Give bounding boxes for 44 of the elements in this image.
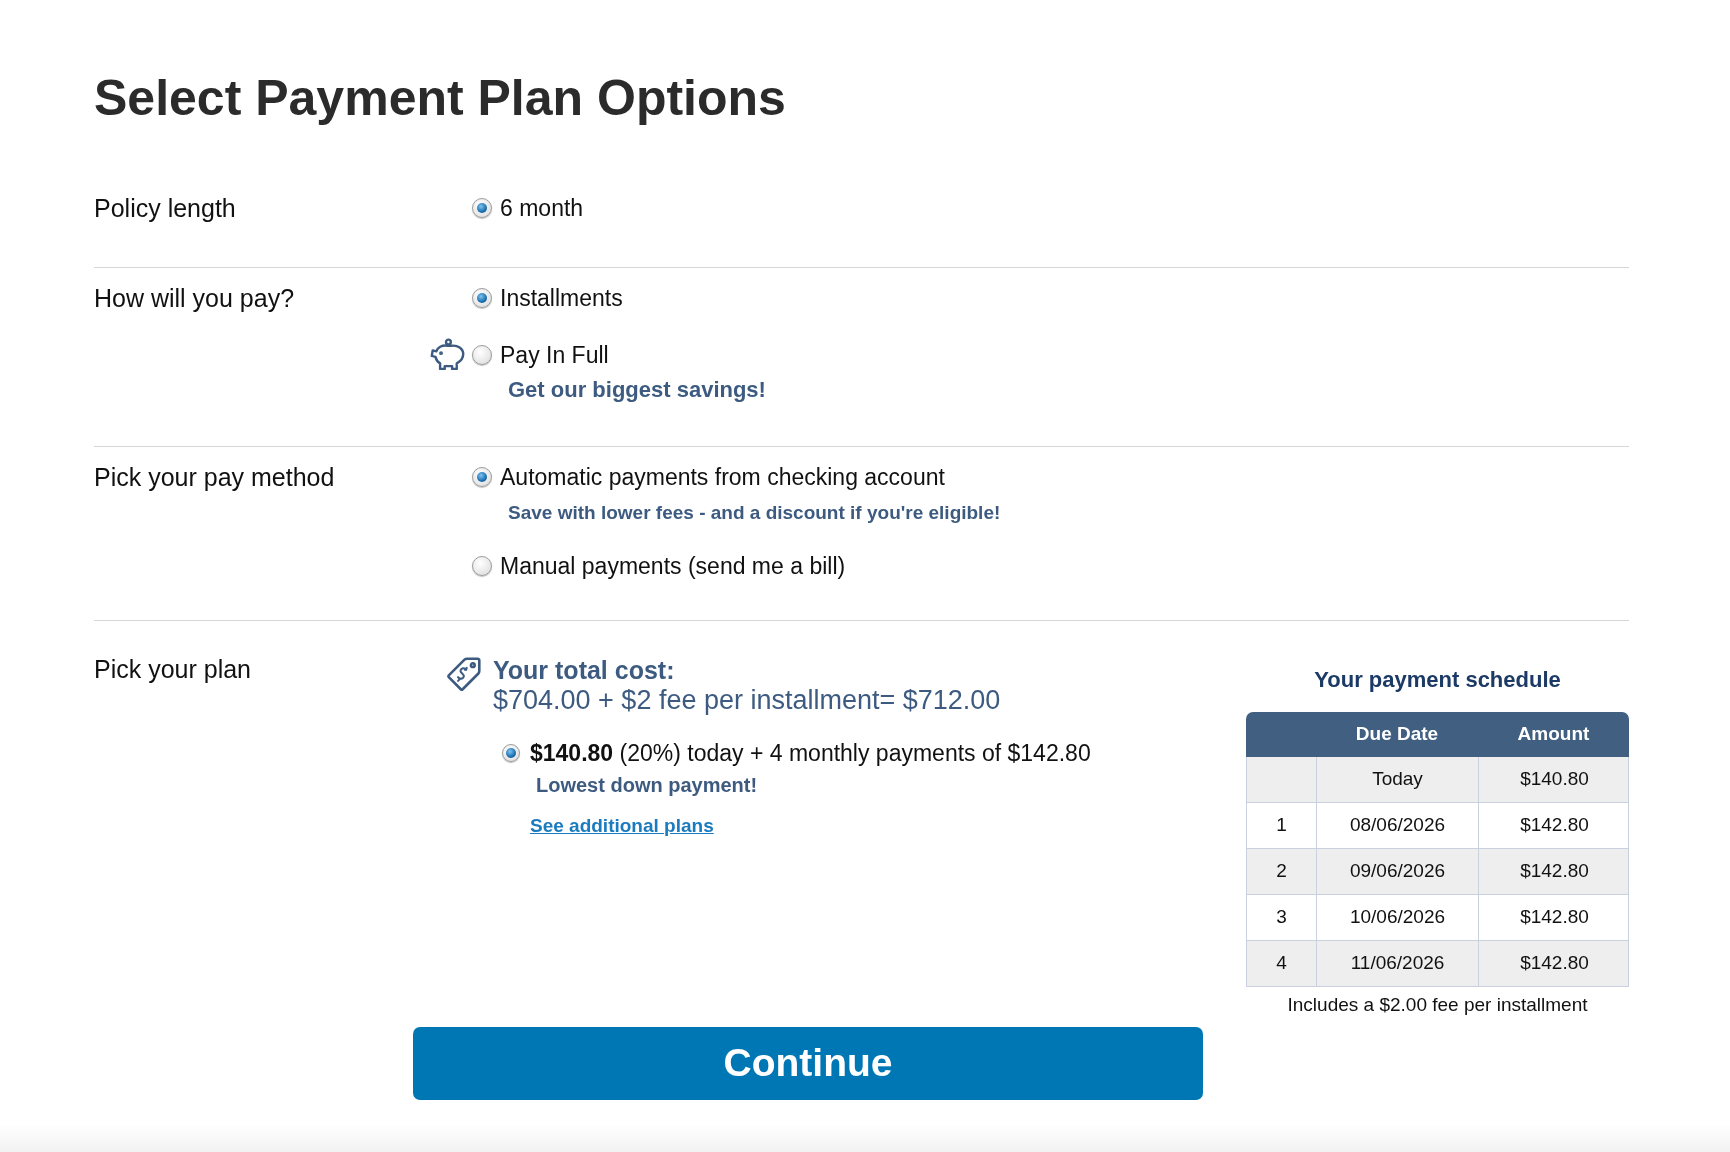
column-header: Due Date [1355,722,1439,747]
table-cell-text: 4 [1276,951,1287,976]
option-label[interactable]: Installments [500,282,623,314]
table-cell-text: $140.80 [1520,767,1589,792]
table-cell-text: $142.80 [1520,859,1589,884]
radio-button[interactable] [472,345,492,365]
table-cell-text: $142.80 [1520,951,1589,976]
schedule-footnote: Includes a $2.00 fee per installment [1287,993,1588,1017]
continue-button[interactable]: Continue [413,1027,1203,1100]
table-cell-text: Today [1372,767,1423,792]
option-label[interactable]: Pay In Full [500,339,609,371]
table-cell-text: $142.80 [1520,905,1589,930]
plan-note: Lowest down payment! [536,773,758,797]
row-label: Policy length [94,193,236,224]
option-note: Get our biggest savings! [508,376,766,404]
column-header: Amount [1517,722,1590,747]
plan-option-label[interactable]: $140.80 (20%) today + 4 monthly payments of $142.80 [530,737,1091,769]
table-cell-text: 09/06/2026 [1349,859,1446,884]
page-title: Select Payment Plan Options [94,69,786,127]
radio-button[interactable] [472,198,492,218]
option-label[interactable]: Automatic payments from checking account [500,461,945,493]
radio-button[interactable] [472,288,492,308]
total-cost-amount: $704.00 + $2 fee per installment= $712.00 [493,685,1001,716]
radio-button[interactable] [472,556,492,576]
table-cell-text: 1 [1276,813,1287,838]
table-cell-text: 2 [1276,859,1287,884]
additional-plans-link[interactable]: See additional plans [530,815,714,836]
option-note: Save with lower fees - and a discount if you're eligible! [508,501,1001,525]
table-cell-text: 3 [1276,905,1287,930]
row-label: Pick your plan [94,654,252,685]
radio-button[interactable] [502,744,520,762]
schedule-title: Your payment schedule [1314,666,1561,694]
option-label[interactable]: 6 month [500,192,584,224]
table-cell-text: 11/06/2026 [1350,951,1445,976]
row-label: Pick your pay method [94,462,335,493]
radio-button[interactable] [472,467,492,487]
table-cell-text: 08/06/2026 [1349,813,1446,838]
table-cell-text: 10/06/2026 [1349,905,1446,930]
total-cost-heading: Your total cost: [493,655,675,685]
row-label: How will you pay? [94,283,295,314]
price-tag-icon [446,655,483,692]
piggy-bank-icon [429,337,466,373]
option-label[interactable]: Manual payments (send me a bill) [500,550,846,582]
table-cell-text: $142.80 [1520,813,1589,838]
